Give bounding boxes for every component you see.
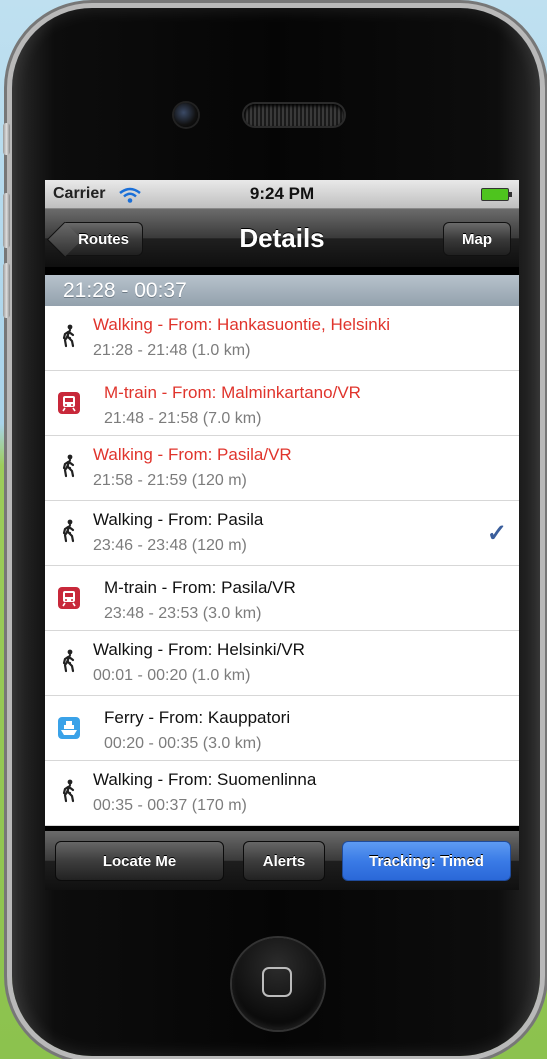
- screen: Carrier 9:24 PM Routes Details Map 21:28…: [45, 180, 519, 890]
- navigation-bar: Routes Details Map: [45, 209, 519, 267]
- leg-title: Ferry - From: Kauppatori: [104, 708, 291, 727]
- status-time: 9:24 PM: [249, 184, 315, 203]
- train-icon: [57, 391, 81, 415]
- mute-switch: [3, 123, 10, 155]
- leg-title: Walking - From: Pasila: [93, 510, 264, 529]
- train-icon: [57, 586, 81, 610]
- walking-icon: [57, 519, 81, 543]
- alerts-button[interactable]: Alerts: [243, 841, 325, 881]
- leg-title: M-train - From: Pasila/VR: [104, 578, 296, 597]
- walking-icon: [57, 649, 81, 673]
- route-leg-row[interactable]: Walking - From: Hankasuontie, Helsinki 21…: [45, 306, 519, 371]
- leg-time-distance: 23:48 - 23:53 (3.0 km): [104, 605, 262, 622]
- leg-title: Walking - From: Helsinki/VR: [93, 640, 305, 659]
- earpiece-speaker: [244, 104, 344, 126]
- route-leg-row[interactable]: Ferry - From: Kauppatori 00:20 - 00:35 (3…: [45, 696, 519, 761]
- checkmark-icon: ✓: [486, 520, 507, 547]
- route-leg-row[interactable]: Walking - From: Suomenlinna 00:35 - 00:37…: [45, 761, 519, 826]
- volume-down-button: [3, 263, 10, 318]
- leg-time-distance: 23:46 - 23:48 (120 m): [93, 537, 247, 554]
- route-leg-row[interactable]: Walking - From: Helsinki/VR 00:01 - 00:20…: [45, 631, 519, 696]
- leg-time-distance: 00:01 - 00:20 (1.0 km): [93, 667, 251, 684]
- leg-title: Walking - From: Hankasuontie, Helsinki: [93, 315, 390, 334]
- bottom-toolbar: Locate Me Alerts Tracking: Timed: [45, 831, 519, 890]
- route-leg-row[interactable]: Walking - From: Pasila 23:46 - 23:48 (120…: [45, 501, 519, 566]
- ferry-icon: [57, 716, 81, 740]
- walking-icon: [57, 779, 81, 803]
- route-leg-row[interactable]: M-train - From: Malminkartano/VR 21:48 - …: [45, 371, 519, 436]
- status-bar: Carrier 9:24 PM: [45, 180, 519, 209]
- leg-time-distance: 00:20 - 00:35 (3.0 km): [104, 735, 262, 752]
- leg-title: Walking - From: Suomenlinna: [93, 770, 317, 789]
- route-leg-row[interactable]: Walking - From: Pasila/VR 21:58 - 21:59 (…: [45, 436, 519, 501]
- leg-title: Walking - From: Pasila/VR: [93, 445, 292, 464]
- tracking-timed-button[interactable]: Tracking: Timed: [342, 841, 511, 881]
- walking-icon: [57, 324, 81, 348]
- leg-time-distance: 00:35 - 00:37 (170 m): [93, 797, 247, 814]
- leg-time-distance: 21:48 - 21:58 (7.0 km): [104, 410, 262, 427]
- walking-icon: [57, 454, 81, 478]
- battery-icon: [481, 188, 512, 201]
- leg-time-distance: 21:58 - 21:59 (120 m): [93, 472, 247, 489]
- route-legs-list: Walking - From: Hankasuontie, Helsinki 21…: [45, 306, 519, 826]
- front-camera: [174, 103, 198, 127]
- home-square-icon: [262, 967, 292, 997]
- map-button[interactable]: Map: [443, 222, 511, 256]
- leg-time-distance: 21:28 - 21:48 (1.0 km): [93, 342, 251, 359]
- leg-title: M-train - From: Malminkartano/VR: [104, 383, 361, 402]
- volume-up-button: [3, 193, 10, 248]
- route-leg-row[interactable]: M-train - From: Pasila/VR 23:48 - 23:53 (…: [45, 566, 519, 631]
- locate-me-button[interactable]: Locate Me: [55, 841, 224, 881]
- section-header-time-range: 21:28 - 00:37: [45, 275, 519, 306]
